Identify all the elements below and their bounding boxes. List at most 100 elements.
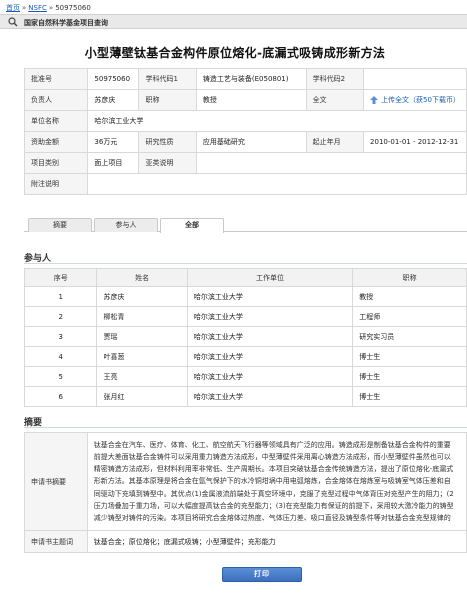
abstract-row: 申请书主题词 钛基合金；原位熔化；底漏式吸铸；小型薄壁件；充形能力 <box>24 530 467 553</box>
breadcrumb-separator: » <box>48 4 54 12</box>
unit-value: 哈尔滨工业大学 <box>87 110 467 132</box>
cell-unit: 哈尔滨工业大学 <box>186 386 354 407</box>
fulltext-label: 全文 <box>305 89 365 111</box>
code2-value <box>363 68 467 90</box>
breadcrumb-home-link[interactable]: 首页 <box>6 4 20 12</box>
note-label: 附注说明 <box>23 173 89 195</box>
note-value <box>87 173 467 195</box>
cell-index: 5 <box>23 366 98 387</box>
query-header-label: 国家自然科学基金项目查询 <box>24 19 108 27</box>
nature-label: 研究性质 <box>138 131 197 153</box>
cell-unit: 哈尔滨工业大学 <box>186 326 354 347</box>
category-value: 面上项目 <box>87 152 140 174</box>
info-row: 资助金额 36万元 研究性质 应用基础研究 起止年月 2010-01-01 - … <box>23 131 467 153</box>
cell-name: 柳松青 <box>96 306 188 327</box>
page-title: 小型薄壁钛基合金构件原位熔化-底漏式吸铸成形新方法 <box>84 46 386 60</box>
info-row: 项目类别 面上项目 亚类说明 <box>23 152 467 174</box>
approval-no-label: 批准号 <box>23 68 89 90</box>
tab-participants[interactable]: 参与人 <box>94 218 158 232</box>
code2-label: 学科代码2 <box>305 68 365 90</box>
search-icon <box>8 17 18 27</box>
cell-unit: 哈尔滨工业大学 <box>186 346 354 367</box>
nature-value: 应用基础研究 <box>195 131 307 153</box>
participants-table: 序号 姓名 工作单位 职称 1 苏彦庆 哈尔滨工业大学 教授 2 柳松青 哈尔滨… <box>23 268 467 407</box>
category-label: 项目类别 <box>23 152 89 174</box>
divider <box>24 263 467 264</box>
info-row: 单位名称 哈尔滨工业大学 <box>23 110 467 132</box>
cell-title: 博士生 <box>352 386 467 407</box>
table-row: 1 苏彦庆 哈尔滨工业大学 教授 <box>23 286 467 307</box>
cell-name: 苏彦庆 <box>96 286 188 307</box>
cell-index: 2 <box>23 306 98 327</box>
approval-no-value: 50975060 <box>87 68 140 90</box>
column-header: 姓名 <box>96 268 188 287</box>
breadcrumb-current: 50975060 <box>55 4 91 12</box>
cell-title: 研究实习员 <box>352 326 467 347</box>
column-header: 职称 <box>352 268 467 287</box>
cell-title: 博士生 <box>352 366 467 387</box>
subcategory-value <box>195 152 467 174</box>
cell-unit: 哈尔滨工业大学 <box>186 366 354 387</box>
title-value: 教授 <box>195 89 307 111</box>
unit-label: 单位名称 <box>23 110 89 132</box>
table-row: 6 张月红 哈尔滨工业大学 博士生 <box>23 386 467 407</box>
summary-line: 减少铸型对铸件的污染。本项目将研究合金熔体过热度、气体压力差、吸口直径及铸型条件… <box>93 514 451 522</box>
period-label: 起止年月 <box>305 131 365 153</box>
table-row: 5 王亮 哈尔滨工业大学 博士生 <box>23 366 467 387</box>
summary-label: 申请书摘要 <box>24 432 88 531</box>
cell-title: 工程师 <box>352 306 467 327</box>
summary-line: 形新方法。其基本原理是将合金在氩气保护下的水冷铜坩埚中用电弧熔炼，合金熔体在熔炼… <box>93 477 451 486</box>
abstract-row: 申请书摘要 钛基合金在汽车、医疗、体育、化工、航空航天飞行器等领域具有广泛的应用… <box>24 432 467 531</box>
info-row: 负责人 苏彦庆 职称 教授 全文 上传全文（获50下载币） <box>23 89 467 111</box>
cell-index: 4 <box>23 346 98 367</box>
breadcrumb-nsfc-link[interactable]: NSFC <box>28 4 47 12</box>
tab-abstract[interactable]: 摘要 <box>28 218 92 232</box>
breadcrumb-separator: » <box>22 4 27 12</box>
cell-unit: 哈尔滨工业大学 <box>186 306 354 327</box>
query-header-bar: 国家自然科学基金项目查询 <box>0 14 467 29</box>
upload-icon <box>370 96 379 104</box>
cell-index: 6 <box>23 386 98 407</box>
cell-name: 王亮 <box>96 366 188 387</box>
keywords-label: 申请书主题词 <box>24 530 88 553</box>
fulltext-cell: 上传全文（获50下载币） <box>363 89 467 111</box>
keywords-value: 钛基合金；原位熔化；底漏式吸铸；小型薄壁件；充形能力 <box>86 530 467 553</box>
breadcrumb: 首页» NSFC» 50975060 <box>6 3 91 13</box>
table-row: 2 柳松青 哈尔滨工业大学 工程师 <box>23 306 467 327</box>
cell-title: 教授 <box>352 286 467 307</box>
summary-line: 钛基合金在汽车、医疗、体育、化工、航空航天飞行器等领域具有广泛的应用。铸造成形是… <box>93 440 451 449</box>
leader-label: 负责人 <box>23 89 89 111</box>
funding-label: 资助金额 <box>23 131 89 153</box>
code1-value: 铸造工艺与装备(E050801) <box>195 68 307 90</box>
summary-line: 同驱动下充填到铸型中。其优点(1)金属液流前端处于真空环境中，克服了充型过程中气… <box>93 489 454 498</box>
title-label: 职称 <box>138 89 197 111</box>
summary-line: 精密铸造方法成形，但材料利用率非常低、生产周期长。本项目突破钛基合金传统铸造方法… <box>93 465 454 474</box>
info-row: 附注说明 <box>23 173 467 195</box>
column-header: 工作单位 <box>186 268 354 287</box>
summary-text: 钛基合金在汽车、医疗、体育、化工、航空航天飞行器等领域具有广泛的应用。铸造成形是… <box>86 432 467 531</box>
cell-title: 博士生 <box>352 346 467 367</box>
info-row: 批准号 50975060 学科代码1 铸造工艺与装备(E050801) 学科代码… <box>23 68 467 90</box>
cell-name: 贾瑶 <box>96 326 188 347</box>
table-header-row: 序号 姓名 工作单位 职称 <box>23 268 467 287</box>
cell-unit: 哈尔滨工业大学 <box>186 286 354 307</box>
cell-index: 1 <box>23 286 98 307</box>
funding-value: 36万元 <box>87 131 140 153</box>
print-button[interactable]: 打印 <box>222 567 302 582</box>
table-row: 4 叶喜葱 哈尔滨工业大学 博士生 <box>23 346 467 367</box>
abstract-table: 申请书摘要 钛基合金在汽车、医疗、体育、化工、航空航天飞行器等领域具有广泛的应用… <box>24 432 467 553</box>
summary-line: 前提大差面钛基合金铸件可以采用重力铸造方法成形，中型薄壁件采用离心铸造方法成形，… <box>93 452 451 461</box>
table-row: 3 贾瑶 哈尔滨工业大学 研究实习员 <box>23 326 467 347</box>
code1-label: 学科代码1 <box>138 68 197 90</box>
period-value: 2010-01-01 - 2012-12-31 <box>363 131 467 153</box>
summary-line: 压力场叠加于重力场，可以大幅度提高钛合金的充型能力；(3)在充型能力有保证的前提… <box>93 501 454 510</box>
subcategory-label: 亚类说明 <box>138 152 197 174</box>
project-info-table: 批准号 50975060 学科代码1 铸造工艺与装备(E050801) 学科代码… <box>23 68 467 195</box>
section-tabs: 摘要 参与人 全部 <box>24 218 467 233</box>
divider <box>24 427 467 428</box>
cell-name: 张月红 <box>96 386 188 407</box>
cell-name: 叶喜葱 <box>96 346 188 367</box>
tab-all[interactable]: 全部 <box>160 218 224 233</box>
leader-value: 苏彦庆 <box>87 89 140 111</box>
upload-fulltext-link[interactable]: 上传全文（获50下载币） <box>381 96 460 104</box>
